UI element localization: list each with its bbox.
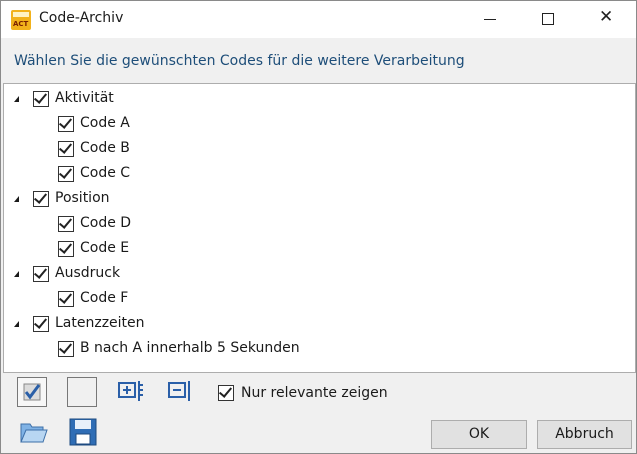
item-checkbox[interactable] — [58, 115, 74, 132]
item-label: Code B — [80, 140, 130, 156]
checkmark-icon — [58, 165, 73, 179]
select-all-icon — [23, 383, 41, 401]
checkmark-icon — [33, 265, 48, 279]
item-checkbox[interactable] — [58, 140, 74, 157]
tree-toolbar: Nur relevante zeigen — [1, 372, 636, 412]
checkmark-icon — [58, 340, 73, 354]
tree-item-row[interactable]: Code B — [4, 137, 624, 159]
expand-all-icon — [118, 381, 143, 401]
save-disk-icon — [69, 418, 97, 446]
expanded-triangle-icon[interactable] — [14, 196, 19, 202]
tree-group-row[interactable]: Aktivität — [4, 87, 624, 109]
minimize-button[interactable] — [467, 1, 513, 38]
ok-button[interactable]: OK — [431, 420, 527, 449]
only-relevant-label[interactable]: Nur relevante zeigen — [241, 385, 388, 401]
item-label: Code A — [80, 115, 130, 131]
item-label: Code C — [80, 165, 131, 181]
expanded-triangle-icon[interactable] — [14, 96, 19, 102]
checkmark-icon — [58, 240, 73, 254]
tree-item-row[interactable]: Code E — [4, 237, 624, 259]
item-label: Code F — [80, 290, 129, 306]
item-checkbox[interactable] — [58, 290, 74, 307]
group-checkbox[interactable] — [33, 190, 49, 207]
group-label: Position — [55, 190, 110, 206]
group-label: Ausdruck — [55, 265, 121, 281]
dialog-window: ACT Code-Archiv ✕ Wählen Sie die gewünsc… — [0, 0, 637, 454]
window-title: Code-Archiv — [39, 10, 124, 26]
cancel-button[interactable]: Abbruch — [537, 420, 632, 449]
minimize-icon — [484, 19, 496, 20]
checkmark-icon — [33, 190, 48, 204]
item-label: Code E — [80, 240, 130, 256]
group-label: Latenzzeiten — [55, 315, 145, 331]
code-tree[interactable]: Aktivität Code A Code B Code C Position … — [3, 83, 636, 373]
instruction-text: Wählen Sie die gewünschten Codes für die… — [14, 53, 465, 69]
checkmark-icon — [33, 90, 48, 104]
expanded-triangle-icon[interactable] — [14, 271, 19, 277]
item-checkbox[interactable] — [58, 340, 74, 357]
expanded-triangle-icon[interactable] — [14, 321, 19, 327]
collapse-all-icon — [168, 381, 190, 401]
group-checkbox[interactable] — [33, 315, 49, 332]
checkmark-icon — [58, 115, 73, 129]
deselect-all-button[interactable] — [67, 377, 97, 407]
checkmark-icon — [58, 290, 73, 304]
open-folder-icon — [20, 423, 48, 443]
checkmark-icon — [33, 315, 48, 329]
close-button[interactable]: ✕ — [584, 1, 630, 38]
tree-group-row[interactable]: Latenzzeiten — [4, 312, 624, 334]
select-all-button[interactable] — [17, 377, 47, 407]
app-icon: ACT — [11, 10, 31, 30]
tree-group-row[interactable]: Position — [4, 187, 624, 209]
tree-item-row[interactable]: Code A — [4, 112, 624, 134]
checkmark-icon — [218, 384, 233, 398]
collapse-all-button[interactable] — [167, 377, 195, 405]
item-label: Code D — [80, 215, 132, 231]
only-relevant-checkbox[interactable] — [218, 384, 234, 401]
tree-group-row[interactable]: Ausdruck — [4, 262, 624, 284]
item-checkbox[interactable] — [58, 215, 74, 232]
expand-all-button[interactable] — [117, 377, 145, 405]
checkmark-icon — [58, 140, 73, 154]
item-checkbox[interactable] — [58, 165, 74, 182]
save-button[interactable] — [67, 416, 99, 448]
group-checkbox[interactable] — [33, 90, 49, 107]
maximize-icon — [542, 13, 554, 25]
maximize-button[interactable] — [525, 1, 571, 38]
dialog-footer: OK Abbruch — [1, 412, 636, 453]
tree-item-row[interactable]: Code C — [4, 162, 624, 184]
open-folder-button[interactable] — [17, 416, 49, 448]
tree-item-row[interactable]: Code D — [4, 212, 624, 234]
deselect-all-icon — [68, 378, 96, 406]
tree-item-row[interactable]: B nach A innerhalb 5 Sekunden — [4, 337, 624, 359]
checkmark-icon — [58, 215, 73, 229]
close-icon: ✕ — [599, 7, 614, 27]
title-bar: ACT Code-Archiv ✕ — [1, 1, 636, 38]
group-label: Aktivität — [55, 90, 114, 106]
group-checkbox[interactable] — [33, 265, 49, 282]
tree-item-row[interactable]: Code F — [4, 287, 624, 309]
item-label: B nach A innerhalb 5 Sekunden — [80, 340, 300, 356]
item-checkbox[interactable] — [58, 240, 74, 257]
